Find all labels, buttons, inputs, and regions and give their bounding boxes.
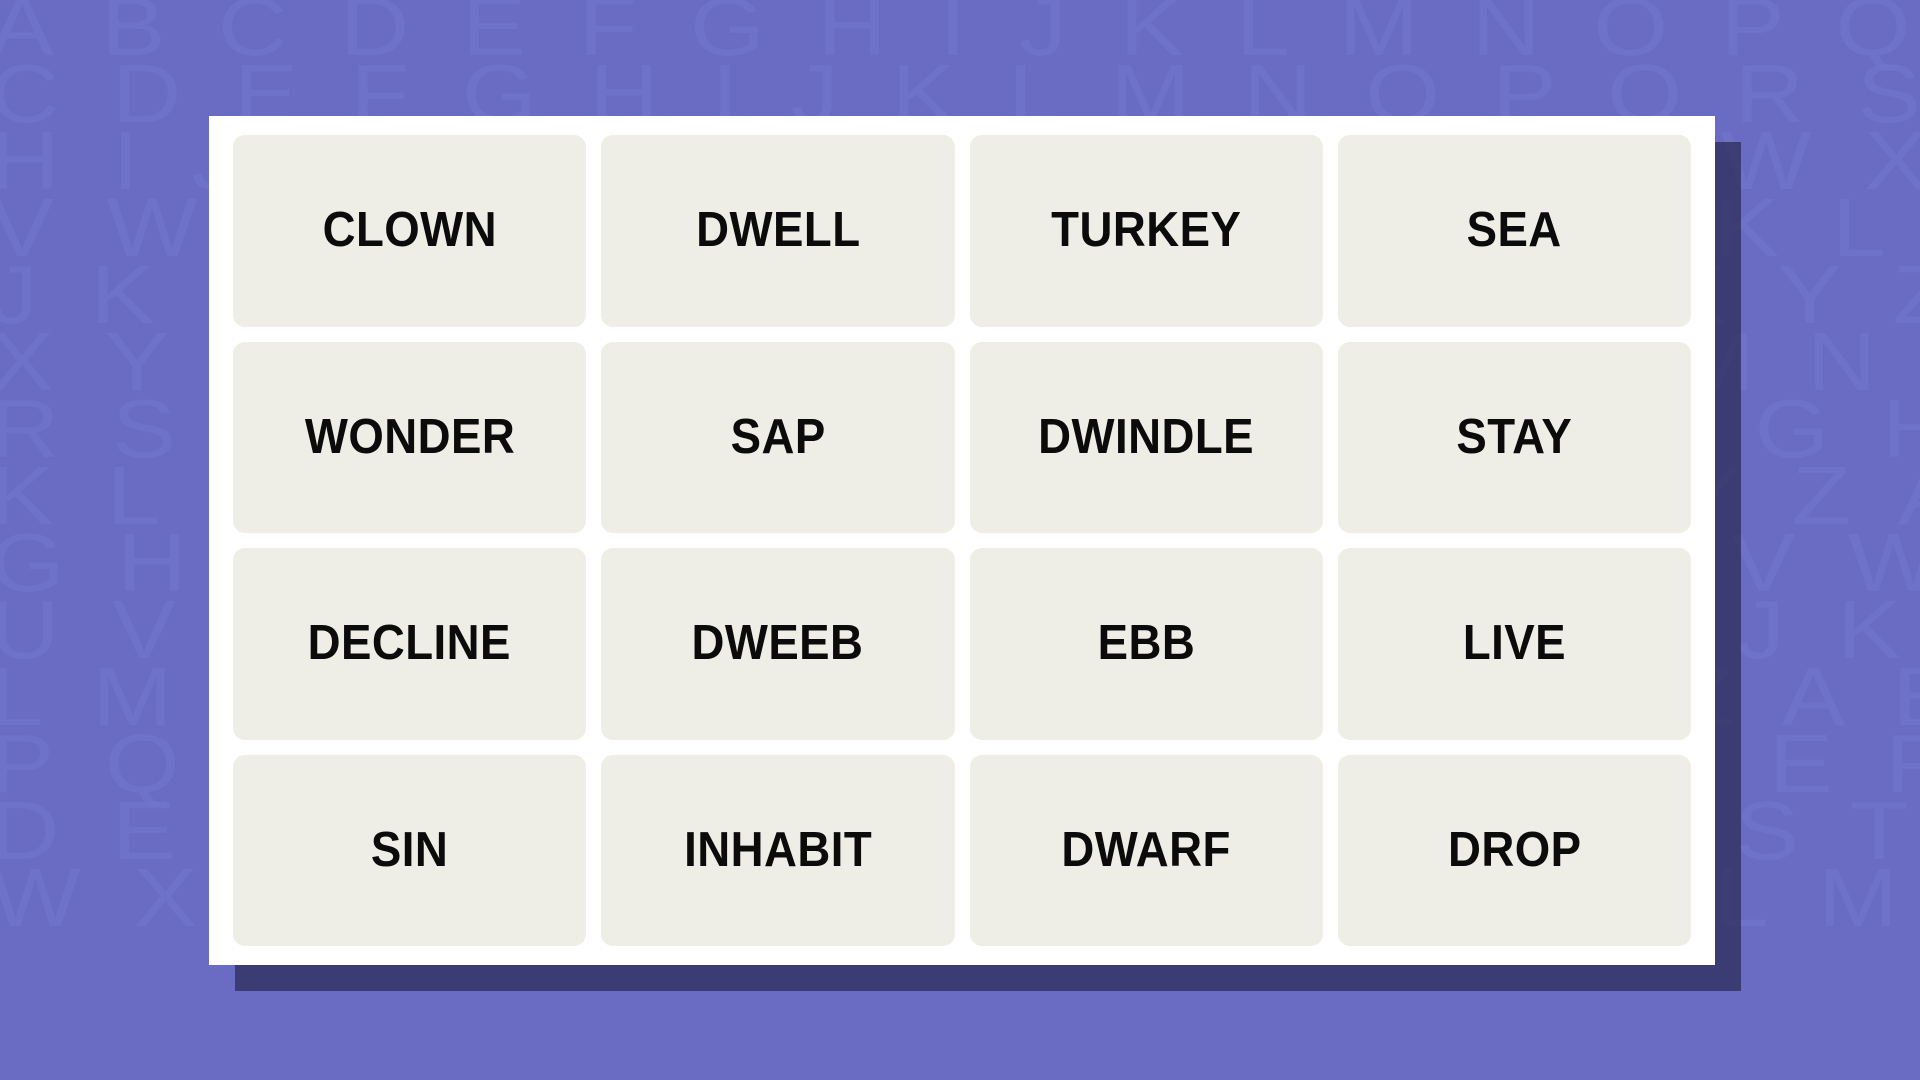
word-tile[interactable]: SIN (233, 754, 587, 946)
word-tile-label: SIN (370, 822, 449, 877)
word-tile[interactable]: INHABIT (601, 754, 955, 946)
word-tile-label: WONDER (304, 409, 515, 464)
word-tile[interactable]: DWARF (969, 754, 1323, 946)
word-tile-label: CLOWN (322, 203, 497, 258)
word-tile[interactable]: TURKEY (969, 135, 1323, 327)
word-tile-label: EBB (1097, 616, 1195, 671)
word-tile[interactable]: DECLINE (233, 548, 587, 740)
word-tile-label: DROP (1447, 822, 1582, 877)
word-tile-label: DWEEB (691, 616, 864, 671)
word-tile-label: DECLINE (307, 616, 512, 671)
word-tile-label: SAP (730, 409, 826, 464)
word-tile[interactable]: LIVE (1337, 548, 1691, 740)
word-tile[interactable]: STAY (1337, 341, 1691, 533)
word-tile-label: LIVE (1462, 616, 1566, 671)
word-tile[interactable]: SAP (601, 341, 955, 533)
word-tile-label: SEA (1466, 203, 1562, 258)
word-tile-grid: CLOWN DWELL TURKEY SEA WONDER SAP DWINDLE STAY D… (233, 135, 1691, 946)
word-tile[interactable]: SEA (1337, 135, 1691, 327)
word-tile[interactable]: DWINDLE (969, 341, 1323, 533)
word-tile[interactable]: DWELL (601, 135, 955, 327)
word-tile[interactable]: WONDER (233, 341, 587, 533)
word-tile[interactable]: EBB (969, 548, 1323, 740)
word-tile-label: DWARF (1061, 822, 1231, 877)
puzzle-card: CLOWN DWELL TURKEY SEA WONDER SAP DWINDLE STAY D… (209, 116, 1715, 965)
word-tile[interactable]: DWEEB (601, 548, 955, 740)
word-tile-label: INHABIT (683, 822, 872, 877)
word-tile-label: DWINDLE (1038, 409, 1255, 464)
word-tile[interactable]: CLOWN (233, 135, 587, 327)
word-tile[interactable]: DROP (1337, 754, 1691, 946)
word-tile-label: STAY (1456, 409, 1573, 464)
word-tile-label: TURKEY (1051, 203, 1242, 258)
word-tile-label: DWELL (695, 203, 861, 258)
